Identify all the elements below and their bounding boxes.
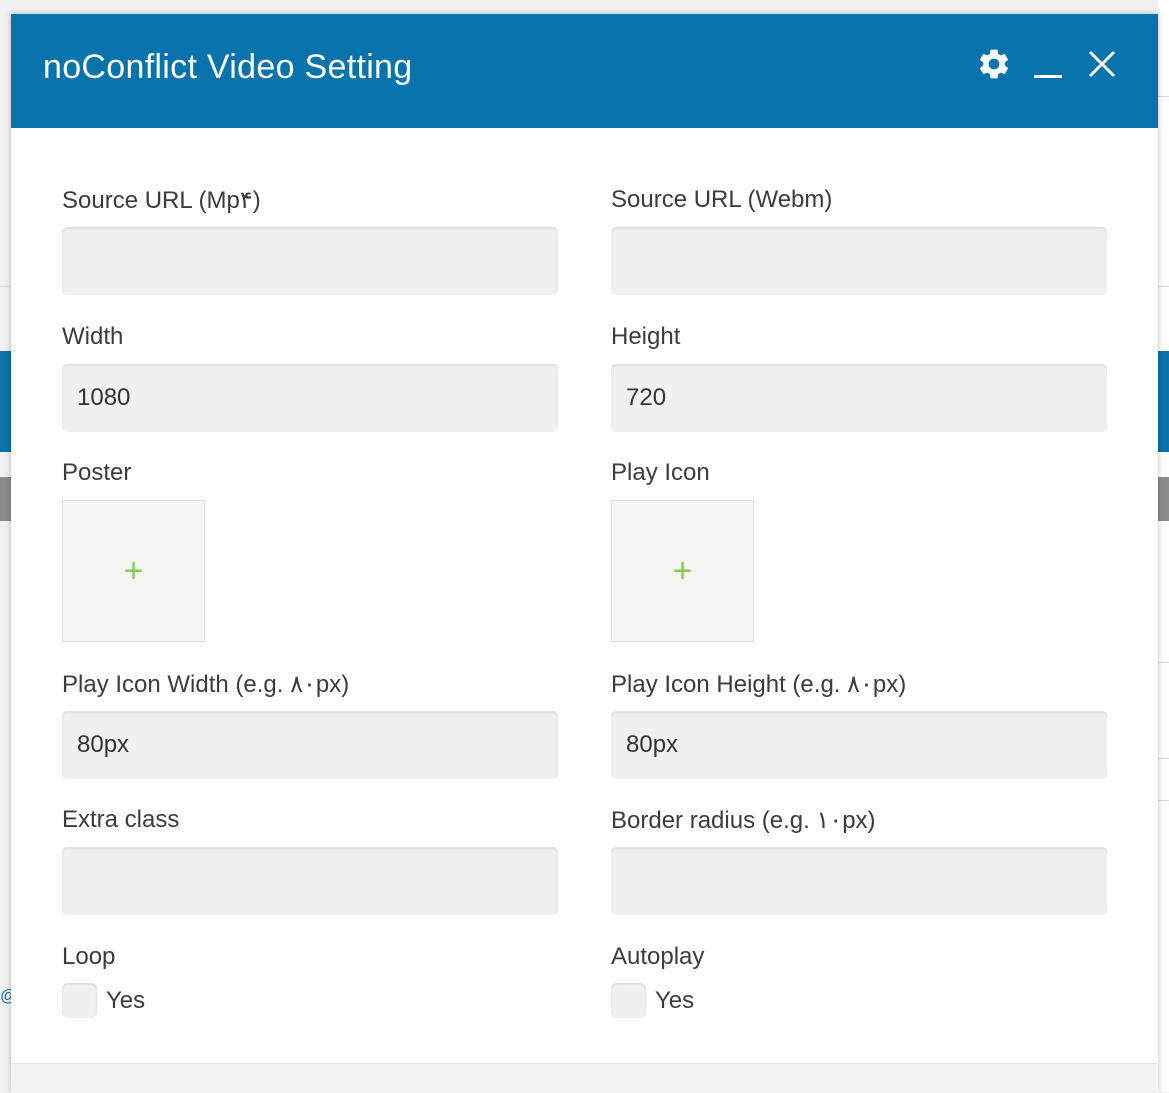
play-icon-height-field: Play Icon Height (e.g. ۸۰px) — [611, 670, 1107, 699]
height-field: Height — [611, 323, 1107, 351]
autoplay-checkbox[interactable] — [611, 983, 646, 1018]
dialog-header: noConflict Video Setting — [11, 14, 1158, 128]
background-gray-bar — [1158, 477, 1169, 521]
autoplay-field: Autoplay — [611, 943, 1107, 971]
plus-icon: + — [123, 552, 144, 590]
gear-icon — [976, 46, 1012, 82]
play-icon-height-input[interactable] — [611, 711, 1107, 779]
background-gray-bar — [0, 477, 11, 521]
play-icon-upload-button[interactable]: + — [611, 500, 754, 642]
background-divider — [1158, 800, 1169, 801]
background-divider — [1158, 286, 1169, 287]
play-icon-width-field: Play Icon Width (e.g. ۸۰px) — [62, 670, 558, 699]
dialog-title: noConflict Video Setting — [43, 48, 413, 86]
close-button[interactable] — [1082, 42, 1122, 86]
extra-class-input[interactable] — [62, 847, 558, 915]
loop-field: Loop — [62, 943, 558, 971]
source-webm-field: Source URL (Webm) — [611, 186, 1107, 214]
source-webm-input[interactable] — [611, 227, 1107, 295]
background-divider — [1158, 96, 1169, 97]
minimize-button[interactable] — [1028, 42, 1068, 86]
loop-label: Loop — [62, 943, 116, 970]
play-icon-height-label: Play Icon Height (e.g. ۸۰px) — [611, 671, 907, 698]
height-label: Height — [611, 323, 681, 350]
play-icon-width-label: Play Icon Width (e.g. ۸۰px) — [62, 671, 350, 698]
width-label: Width — [62, 323, 124, 350]
close-icon — [1088, 50, 1116, 78]
width-input[interactable] — [62, 364, 558, 432]
header-controls — [960, 42, 1122, 86]
source-mp4-input[interactable] — [62, 227, 558, 295]
poster-label: Poster — [62, 459, 132, 486]
play-icon-label: Play Icon — [611, 459, 710, 486]
background-divider — [1158, 662, 1169, 663]
extra-class-label: Extra class — [62, 806, 180, 833]
background-right-strip — [1158, 0, 1169, 1092]
source-mp4-label: Source URL (Mp۴) — [62, 187, 261, 214]
height-input[interactable] — [611, 364, 1107, 432]
play-icon-width-input[interactable] — [62, 711, 558, 779]
minimize-icon — [1034, 46, 1062, 82]
width-field: Width — [62, 323, 558, 351]
source-webm-label: Source URL (Webm) — [611, 186, 833, 213]
loop-option: Yes — [62, 983, 145, 1018]
border-radius-label: Border radius (e.g. ۱۰px) — [611, 807, 876, 834]
source-mp4-field: Source URL (Mp۴) — [62, 186, 558, 215]
settings-button[interactable] — [974, 42, 1014, 86]
dialog-footer — [11, 1063, 1158, 1093]
background-blue-bar — [0, 351, 11, 452]
loop-yes-label[interactable]: Yes — [106, 987, 145, 1015]
background-divider — [1158, 758, 1169, 759]
poster-field: Poster — [62, 459, 558, 487]
play-icon-field: Play Icon — [611, 459, 1107, 487]
plus-icon: + — [672, 552, 693, 590]
video-settings-dialog: noConflict Video Setting Source URL (Mp۴… — [11, 14, 1158, 1093]
autoplay-option: Yes — [611, 983, 694, 1018]
border-radius-input[interactable] — [611, 847, 1107, 915]
autoplay-label: Autoplay — [611, 943, 705, 970]
background-divider — [0, 286, 11, 287]
border-radius-field: Border radius (e.g. ۱۰px) — [611, 806, 1107, 835]
extra-class-field: Extra class — [62, 806, 558, 834]
autoplay-yes-label[interactable]: Yes — [655, 987, 694, 1015]
loop-checkbox[interactable] — [62, 983, 97, 1018]
poster-upload-button[interactable]: + — [62, 500, 205, 642]
background-blue-bar — [1158, 351, 1169, 452]
